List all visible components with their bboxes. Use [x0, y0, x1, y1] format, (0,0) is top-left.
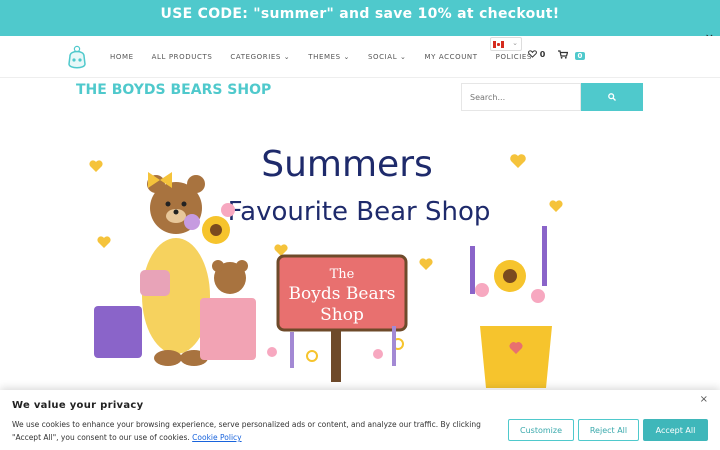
menu-policies[interactable]: POLICIES [496, 53, 532, 61]
chevron-down-icon: ⌄ [512, 39, 518, 47]
banner-headline-1: Summers [261, 144, 433, 185]
wishlist-link[interactable]: 0 [528, 50, 545, 59]
accept-all-button[interactable]: Accept All [643, 419, 708, 441]
sign-text-1: The [330, 267, 355, 282]
reject-all-button[interactable]: Reject All [578, 419, 639, 441]
chevron-down-icon: ⌄ [283, 53, 291, 61]
menu-home[interactable]: HOME [110, 53, 134, 61]
main-navigation: HOME ALL PRODUCTS CATEGORIES ⌄ THEMES ⌄ … [0, 36, 720, 78]
menu-themes[interactable]: THEMES ⌄ [308, 53, 350, 61]
promo-bar: USE CODE: "summer" and save 10% at check… [0, 0, 720, 36]
customize-button[interactable]: Customize [508, 419, 574, 441]
currency-selector[interactable]: ⌄ [490, 37, 522, 51]
banner-headline-2: Favourite Bear Shop [228, 197, 491, 227]
menu-social[interactable]: SOCIAL ⌄ [368, 53, 407, 61]
cookie-title: We value your privacy [12, 400, 144, 411]
search-input[interactable] [461, 83, 581, 111]
close-icon[interactable]: × [700, 394, 708, 405]
cookie-text: We use cookies to enhance your browsing … [12, 418, 502, 444]
cart-icon [558, 50, 569, 59]
search-icon [608, 93, 616, 101]
menu-my-account[interactable]: MY ACCOUNT [425, 53, 478, 61]
menu-themes-label: THEMES [308, 53, 341, 61]
flag-canada-icon [493, 41, 504, 48]
promo-text: USE CODE: "summer" and save 10% at check… [160, 6, 560, 22]
cart-count-badge: 0 [574, 52, 586, 60]
chevron-down-icon: ⌄ [343, 53, 350, 61]
sign-text-2: Boyds Bears [289, 284, 396, 304]
menu-categories[interactable]: CATEGORIES ⌄ [230, 53, 290, 61]
logo-icon[interactable] [66, 44, 88, 72]
cart-link[interactable]: 0 [558, 50, 586, 60]
search-button[interactable] [581, 83, 643, 111]
sign-text-3: Shop [320, 305, 364, 325]
menu-social-label: SOCIAL [368, 53, 398, 61]
cookie-description: We use cookies to enhance your browsing … [12, 420, 481, 442]
menu-list: HOME ALL PRODUCTS CATEGORIES ⌄ THEMES ⌄ … [110, 36, 550, 78]
hero-banner[interactable]: Summers Favourite Bear Shop The Boyds Be… [76, 126, 588, 398]
chevron-down-icon: ⌄ [400, 53, 407, 61]
shop-title[interactable]: THE BOYDS BEARS SHOP [76, 82, 271, 98]
wishlist-count: 0 [539, 50, 546, 59]
cookie-policy-link[interactable]: Cookie Policy [192, 433, 241, 442]
menu-categories-label: CATEGORIES [230, 53, 281, 61]
menu-all-products[interactable]: ALL PRODUCTS [152, 53, 213, 61]
heart-icon [528, 50, 537, 58]
